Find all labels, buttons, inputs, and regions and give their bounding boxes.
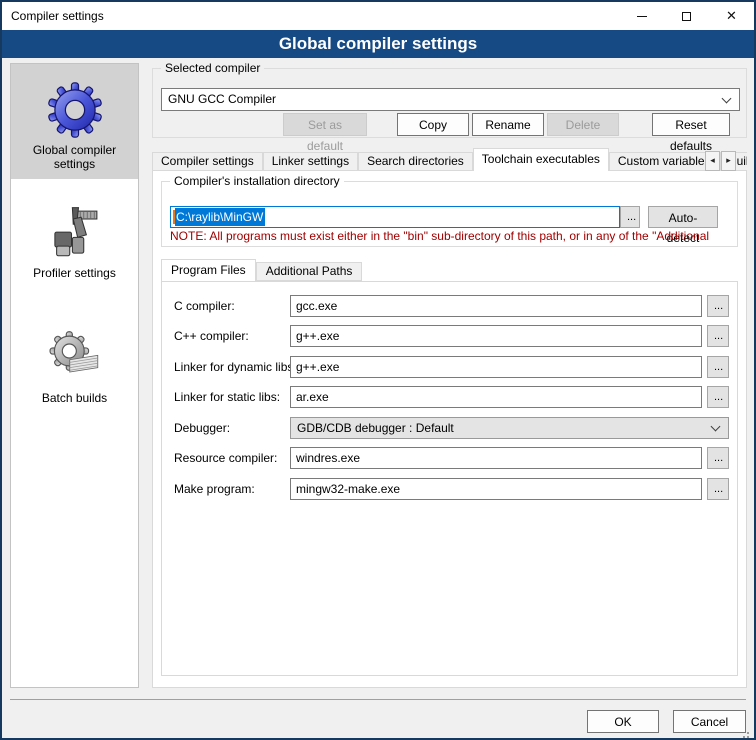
selected-compiler-legend: Selected compiler (161, 61, 264, 75)
make-program-label: Make program: (174, 478, 255, 500)
static-linker-label: Linker for static libs: (174, 386, 280, 408)
minimize-icon (637, 16, 647, 17)
c-compiler-input[interactable] (290, 295, 702, 317)
c-compiler-label: C compiler: (174, 295, 235, 317)
sidebar-item-batch-builds[interactable]: Batch builds (11, 312, 138, 413)
tab-custom-variables[interactable]: Custom variables (609, 152, 720, 171)
delete-button: Delete (547, 113, 619, 136)
maximize-icon (682, 12, 691, 21)
field-row-static-linker: Linker for static libs: ... (162, 386, 737, 408)
cpp-compiler-label: C++ compiler: (174, 325, 249, 347)
debugger-label: Debugger: (174, 417, 230, 439)
page-title: Global compiler settings (2, 30, 754, 58)
sidebar-item-label: Batch builds (15, 391, 134, 405)
dynamic-linker-label: Linker for dynamic libs: (174, 356, 297, 378)
install-dir-note: NOTE: All programs must exist either in … (170, 229, 730, 243)
resize-grip[interactable] (747, 732, 749, 734)
make-program-input[interactable] (290, 478, 702, 500)
field-row-resource-compiler: Resource compiler: ... (162, 447, 737, 469)
rename-button[interactable]: Rename (472, 113, 544, 136)
program-tabs: Program Files Additional Paths (161, 259, 738, 281)
settings-sidebar: Global compiler settings Profiler settin… (10, 63, 139, 688)
cancel-button[interactable]: Cancel (673, 710, 746, 733)
compiler-select[interactable]: GNU GCC Compiler (161, 88, 740, 111)
tab-compiler-settings[interactable]: Compiler settings (152, 152, 263, 171)
ok-button[interactable]: OK (587, 710, 659, 733)
toolchain-executables-page: Compiler's installation directory C:\ray… (152, 170, 747, 688)
install-dir-value: C:\raylib\MinGW (175, 208, 265, 226)
sidebar-item-global-compiler-settings[interactable]: Global compiler settings (11, 64, 138, 179)
debugger-select-value: GDB/CDB debugger : Default (297, 421, 454, 435)
subtab-program-files[interactable]: Program Files (161, 259, 256, 281)
sidebar-item-label: Profiler settings (15, 266, 134, 280)
tab-toolchain-executables[interactable]: Toolchain executables (473, 148, 609, 171)
program-files-page: C compiler: ... C++ compiler: ... Linker… (161, 281, 738, 676)
sidebar-item-profiler-settings[interactable]: Profiler settings (11, 187, 138, 288)
chevron-down-icon (722, 94, 732, 104)
reset-defaults-button[interactable]: Reset defaults (652, 113, 730, 136)
field-row-c-compiler: C compiler: ... (162, 295, 737, 317)
tab-search-directories[interactable]: Search directories (358, 152, 473, 171)
tab-linker-settings[interactable]: Linker settings (263, 152, 358, 171)
resource-compiler-input[interactable] (290, 447, 702, 469)
chevron-down-icon (711, 422, 721, 432)
subtab-additional-paths[interactable]: Additional Paths (256, 262, 363, 281)
caption-buttons: ✕ (619, 2, 754, 30)
batch-builds-icon (47, 330, 103, 386)
footer-divider (10, 699, 746, 700)
window-title: Compiler settings (2, 9, 104, 23)
static-linker-input[interactable] (290, 386, 702, 408)
profiler-caliper-icon (47, 205, 103, 261)
field-row-dynamic-linker: Linker for dynamic libs: ... (162, 356, 737, 378)
browse-button[interactable]: ... (707, 386, 729, 408)
close-button[interactable]: ✕ (709, 2, 754, 30)
field-row-cpp-compiler: C++ compiler: ... (162, 325, 737, 347)
blue-gear-icon (47, 82, 103, 138)
sidebar-item-label: Global compiler settings (15, 143, 134, 171)
resource-compiler-label: Resource compiler: (174, 447, 277, 469)
browse-button[interactable]: ... (707, 295, 729, 317)
debugger-select[interactable]: GDB/CDB debugger : Default (290, 417, 729, 439)
browse-install-dir-button[interactable]: ... (620, 206, 640, 228)
browse-button[interactable]: ... (707, 478, 729, 500)
browse-button[interactable]: ... (707, 356, 729, 378)
installation-directory-group: Compiler's installation directory C:\ray… (161, 181, 738, 247)
compiler-tabs: Compiler settings Linker settings Search… (152, 148, 747, 171)
auto-detect-button[interactable]: Auto-detect (648, 206, 718, 228)
set-as-default-button: Set as default (283, 113, 367, 136)
compiler-settings-dialog: Compiler settings ✕ Global compiler sett… (0, 0, 756, 740)
cpp-compiler-input[interactable] (290, 325, 702, 347)
field-row-make-program: Make program: ... (162, 478, 737, 500)
close-icon: ✕ (726, 10, 737, 23)
titlebar: Compiler settings ✕ (2, 2, 754, 30)
installation-directory-legend: Compiler's installation directory (170, 174, 344, 188)
browse-button[interactable]: ... (707, 325, 729, 347)
compiler-select-value: GNU GCC Compiler (168, 92, 276, 106)
field-row-debugger: Debugger: GDB/CDB debugger : Default (162, 417, 737, 439)
tab-scroll-right-button[interactable]: ▸ (721, 151, 736, 171)
tab-scroll-left-button[interactable]: ◂ (705, 151, 720, 171)
minimize-button[interactable] (619, 2, 664, 30)
dynamic-linker-input[interactable] (290, 356, 702, 378)
browse-button[interactable]: ... (707, 447, 729, 469)
install-dir-input[interactable]: C:\raylib\MinGW (170, 206, 620, 228)
maximize-button[interactable] (664, 2, 709, 30)
copy-button[interactable]: Copy (397, 113, 469, 136)
